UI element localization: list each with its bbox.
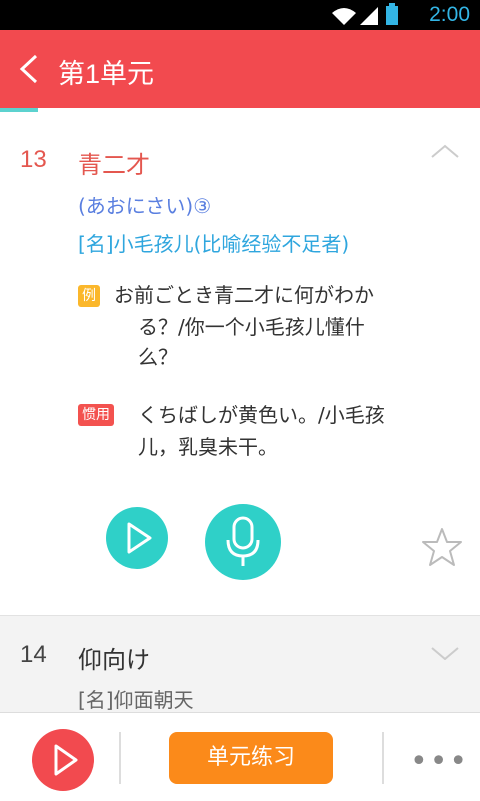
more-options-button[interactable]: •••	[410, 744, 469, 779]
example-text-line3: 么？	[138, 345, 178, 369]
play-all-button[interactable]	[32, 729, 94, 791]
favorite-star-icon[interactable]	[420, 526, 464, 568]
entry-meaning: [名]仰面朝天	[78, 688, 194, 712]
idiom-tag: 惯用	[78, 404, 114, 426]
entry-word: 仰向け	[78, 646, 150, 674]
play-audio-button[interactable]	[106, 507, 168, 569]
back-arrow-icon[interactable]	[16, 52, 44, 86]
entry-word: 青二才	[78, 151, 150, 179]
example-tag: 例	[78, 285, 100, 307]
page-title: 第1单元	[58, 59, 155, 89]
signal-wifi-battery-icon	[332, 3, 398, 25]
entry-number: 14	[20, 641, 47, 668]
idiom-text-line2: 儿，乳臭未干。	[138, 435, 278, 459]
microphone-icon	[226, 516, 260, 566]
chevron-down-icon[interactable]	[430, 646, 460, 660]
example-text-line2: る？/你一个小毛孩儿懂什	[138, 315, 365, 339]
entry-meaning: [名]小毛孩儿(比喻经验不足者)	[78, 232, 350, 256]
status-bar: 2:00	[0, 0, 480, 30]
app-header: 第1单元	[0, 30, 480, 108]
play-icon	[54, 744, 78, 776]
chevron-up-icon[interactable]	[430, 144, 460, 158]
record-voice-button[interactable]	[205, 504, 281, 580]
status-time: 2:00	[429, 3, 470, 26]
unit-practice-button[interactable]: 单元练习	[169, 732, 333, 784]
word-card-collapsed[interactable]	[0, 616, 480, 712]
entry-number: 13	[20, 146, 47, 173]
idiom-text-line1: くちばしが黄色い。/小毛孩	[138, 403, 385, 427]
example-text-line1: お前ごとき青二才に何がわか	[114, 283, 374, 307]
play-icon	[127, 522, 152, 554]
toolbar-divider	[119, 732, 121, 784]
toolbar-divider	[382, 732, 384, 784]
entry-reading: (あおにさい)③	[78, 194, 212, 218]
